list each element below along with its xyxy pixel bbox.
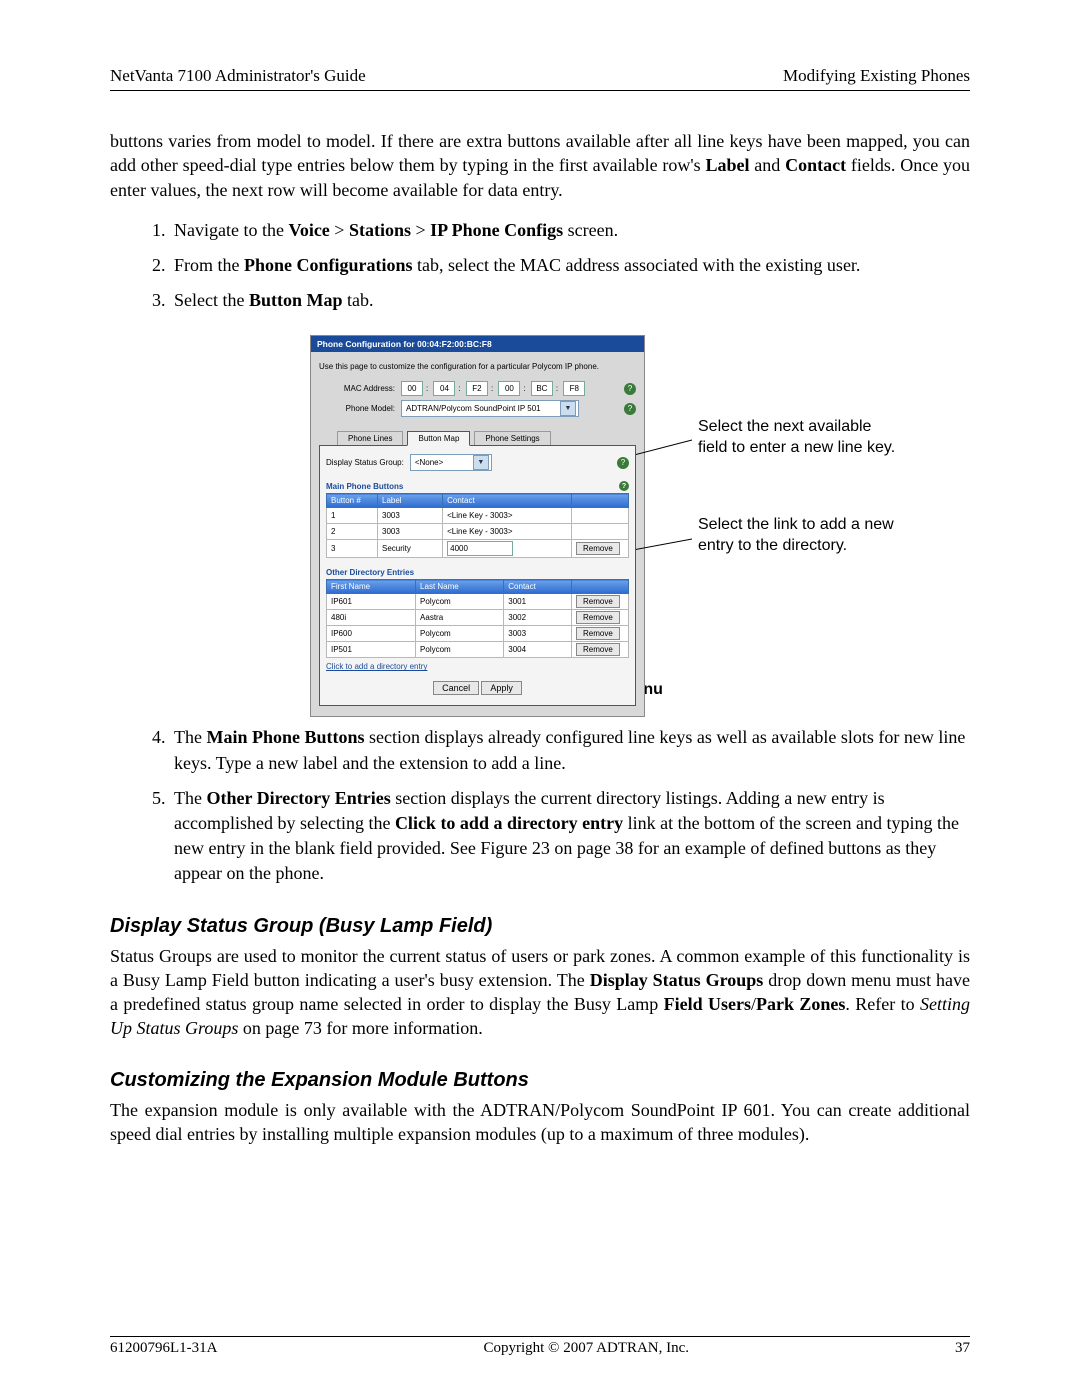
table-row: 2 3003 <Line Key - 3003> — [327, 524, 629, 540]
remove-button[interactable]: Remove — [576, 627, 620, 640]
main-buttons-label: Main Phone Buttons ? — [326, 481, 629, 491]
copyright: Copyright © 2007 ADTRAN, Inc. — [483, 1340, 689, 1357]
steps-list-top: Navigate to the Voice > Stations > IP Ph… — [110, 218, 970, 314]
dsg-label: Display Status Group: — [326, 458, 404, 467]
section-title: Modifying Existing Phones — [783, 66, 970, 86]
tab-button-map[interactable]: Button Map — [407, 431, 470, 446]
mac-input-group: : : : : : — [401, 381, 585, 396]
callout-2: Select the link to add a new entry to th… — [698, 515, 898, 557]
chevron-down-icon: ▼ — [560, 401, 576, 416]
heading-expansion: Customizing the Expansion Module Buttons — [110, 1069, 970, 1092]
mac-6[interactable] — [563, 381, 585, 396]
help-icon[interactable]: ? — [624, 383, 636, 395]
model-select[interactable]: ADTRAN/Polycom SoundPoint IP 501 ▼ — [401, 400, 579, 417]
help-icon[interactable]: ? — [624, 403, 636, 415]
table-row: IP501Polycom3004Remove — [327, 642, 629, 658]
dsg-value: <None> — [415, 458, 443, 467]
doc-number: 61200796L1-31A — [110, 1340, 218, 1357]
page-number: 37 — [955, 1340, 970, 1357]
directory-label: Other Directory Entries — [326, 568, 629, 577]
directory-table: First Name Last Name Contact IP601Polyco… — [326, 579, 629, 658]
remove-button[interactable]: Remove — [576, 611, 620, 624]
tab-phone-lines[interactable]: Phone Lines — [337, 431, 403, 446]
steps-list-bottom: The Main Phone Buttons section displays … — [110, 725, 970, 886]
step-2: From the Phone Configurations tab, selec… — [170, 253, 970, 278]
mac-1[interactable] — [401, 381, 423, 396]
para-expansion: The expansion module is only available w… — [110, 1098, 970, 1147]
table-row: 3 Security Remove — [327, 540, 629, 558]
phone-config-panel: Phone Configuration for 00:04:F2:00:BC:F… — [310, 335, 645, 717]
callout-1: Select the next available field to enter… — [698, 417, 898, 459]
help-icon[interactable]: ? — [617, 457, 629, 469]
doc-title: NetVanta 7100 Administrator's Guide — [110, 66, 366, 86]
help-icon[interactable]: ? — [619, 481, 629, 491]
add-directory-link[interactable]: Click to add a directory entry — [326, 662, 427, 671]
table-row: IP601Polycom3001Remove — [327, 594, 629, 610]
figure-20-wrap: Phone Configuration for 00:04:F2:00:BC:F… — [110, 335, 970, 675]
tab-phone-settings[interactable]: Phone Settings — [474, 431, 550, 446]
intro-paragraph: buttons varies from model to model. If t… — [110, 129, 970, 202]
apply-button[interactable]: Apply — [481, 681, 522, 695]
mac-2[interactable] — [433, 381, 455, 396]
contact-input[interactable] — [447, 541, 513, 556]
table-row: 480iAastra3002Remove — [327, 610, 629, 626]
panel-intro: Use this page to customize the configura… — [319, 362, 636, 371]
mac-label: MAC Address: — [319, 384, 401, 393]
step-3: Select the Button Map tab. — [170, 288, 970, 313]
mac-4[interactable] — [498, 381, 520, 396]
mac-5[interactable] — [531, 381, 553, 396]
table-row: 1 3003 <Line Key - 3003> — [327, 508, 629, 524]
mac-3[interactable] — [466, 381, 488, 396]
chevron-down-icon: ▼ — [473, 455, 489, 470]
main-buttons-table: Button # Label Contact 1 3003 <Line Key … — [326, 493, 629, 558]
step-1: Navigate to the Voice > Stations > IP Ph… — [170, 218, 970, 243]
panel-title: Phone Configuration for 00:04:F2:00:BC:F… — [311, 336, 644, 352]
model-label: Phone Model: — [319, 404, 401, 413]
remove-button[interactable]: Remove — [576, 595, 620, 608]
model-value: ADTRAN/Polycom SoundPoint IP 501 — [406, 404, 541, 413]
step-5: The Other Directory Entries section disp… — [170, 786, 970, 887]
step-4: The Main Phone Buttons section displays … — [170, 725, 970, 775]
table-row: IP600Polycom3003Remove — [327, 626, 629, 642]
remove-button[interactable]: Remove — [576, 542, 620, 555]
heading-dsg: Display Status Group (Busy Lamp Field) — [110, 915, 970, 938]
remove-button[interactable]: Remove — [576, 643, 620, 656]
dsg-select[interactable]: <None> ▼ — [410, 454, 492, 471]
cancel-button[interactable]: Cancel — [433, 681, 479, 695]
para-dsg: Status Groups are used to monitor the cu… — [110, 944, 970, 1041]
